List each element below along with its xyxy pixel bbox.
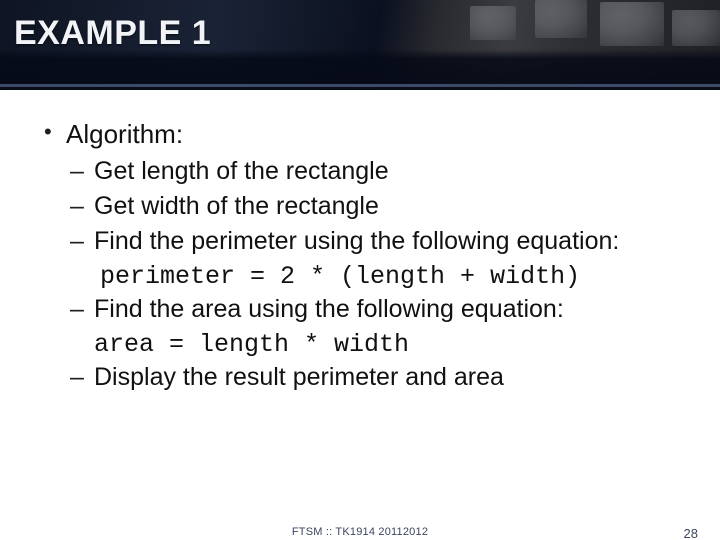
step-2: Get width of the rectangle <box>66 190 682 223</box>
bullet-main: Algorithm: Get length of the rectangle G… <box>42 118 682 394</box>
step-1: Get length of the rectangle <box>66 155 682 188</box>
step-5: Display the result perimeter and area <box>66 361 682 394</box>
step-4-equation: area = length * width <box>66 328 682 361</box>
bullet-list: Algorithm: Get length of the rectangle G… <box>42 118 682 394</box>
decorative-monitor <box>535 0 587 38</box>
slide-title: EXAMPLE 1 <box>14 14 211 53</box>
footer-center-text: FTSM :: TK1914 20112012 <box>292 526 428 538</box>
decorative-monitor <box>470 6 516 40</box>
step-3: Find the perimeter using the following e… <box>66 225 682 258</box>
sub-bullet-list: Get length of the rectangle Get width of… <box>66 155 682 394</box>
decorative-monitor <box>600 2 664 46</box>
content-area: Algorithm: Get length of the rectangle G… <box>42 118 682 400</box>
title-underline-shadow <box>0 87 720 89</box>
decorative-monitor <box>672 10 720 46</box>
slide: EXAMPLE 1 Algorithm: Get length of the r… <box>0 0 720 540</box>
step-3-equation: perimeter = 2 * (length + width) <box>66 260 682 293</box>
bullet-main-text: Algorithm: <box>66 119 183 149</box>
page-number: 28 <box>684 526 698 540</box>
step-4: Find the area using the following equati… <box>66 293 682 326</box>
